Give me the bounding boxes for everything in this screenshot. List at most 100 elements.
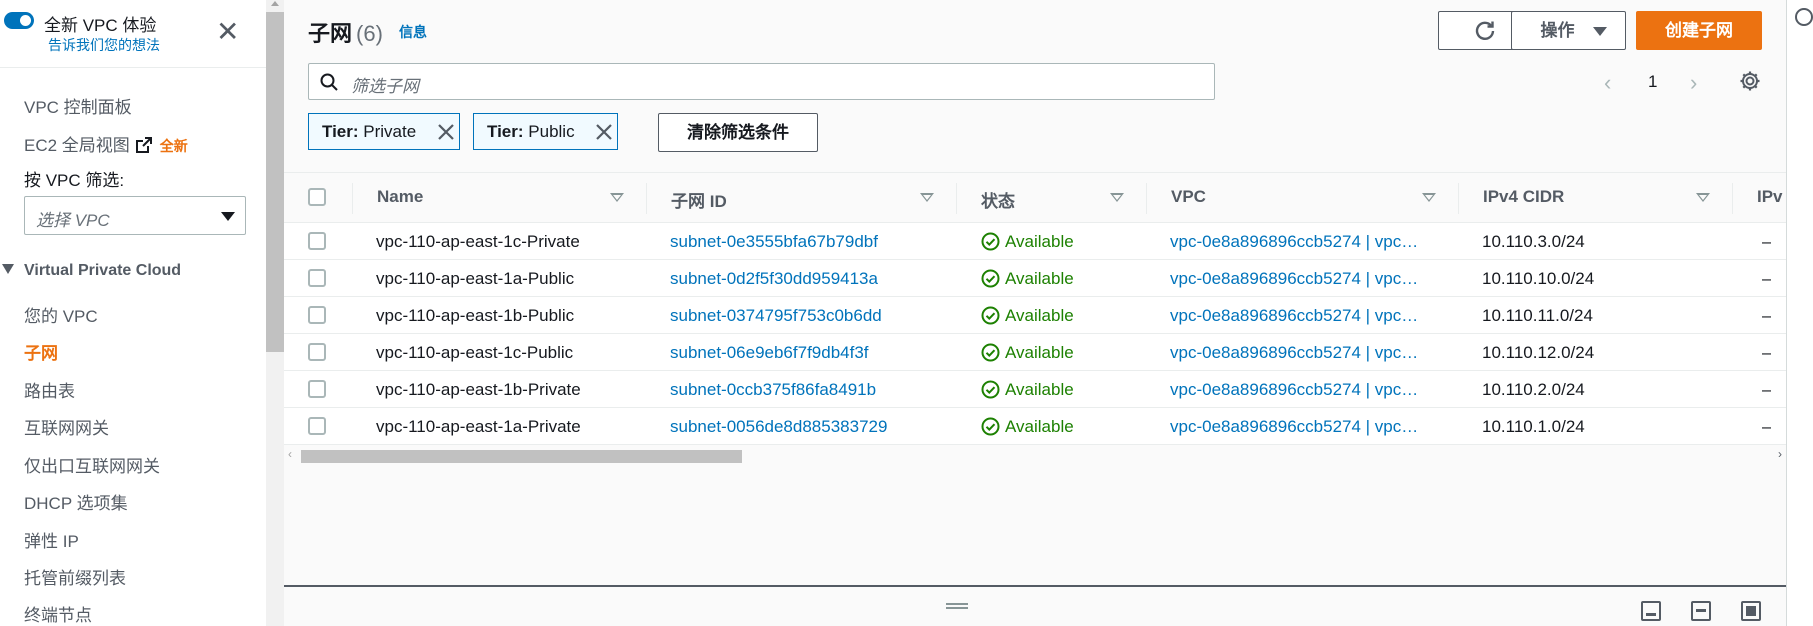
table-row[interactable]: vpc-110-ap-east-1a-Public subnet-0d2f5f3… xyxy=(284,260,1786,297)
gear-icon[interactable] xyxy=(1739,70,1761,92)
vpc-filter-select[interactable]: 选择 VPC xyxy=(24,196,246,235)
remove-filter-icon[interactable] xyxy=(437,123,455,141)
vpc-dashboard-link[interactable]: VPC 控制面板 xyxy=(24,93,132,118)
feedback-link[interactable]: 告诉我们您的想法 xyxy=(48,35,160,55)
cell-vpc-link[interactable]: vpc-0e8a896896ccb5274 | vpc… xyxy=(1170,343,1432,363)
cell-state: Available xyxy=(981,269,1074,289)
table-row[interactable]: vpc-110-ap-east-1c-Private subnet-0e3555… xyxy=(284,223,1786,260)
new-experience-toggle[interactable] xyxy=(4,12,34,29)
select-all-checkbox[interactable] xyxy=(308,188,326,206)
cell-vpc-link[interactable]: vpc-0e8a896896ccb5274 | vpc… xyxy=(1170,269,1432,289)
filter-token-tier-private: Tier: Private xyxy=(308,113,460,150)
sidebar-item-egress-only-igw[interactable]: 仅出口互联网网关 xyxy=(24,452,160,477)
vpc-section-header[interactable]: Virtual Private Cloud xyxy=(0,262,181,280)
cell-subnet-id-link[interactable]: subnet-06e9eb6f7f9db4f3f xyxy=(670,343,869,363)
info-link[interactable]: 信息 xyxy=(399,22,427,42)
cell-vpc-link[interactable]: vpc-0e8a896896ccb5274 | vpc… xyxy=(1170,306,1432,326)
check-circle-icon xyxy=(981,306,1000,325)
scroll-right-arrow-icon[interactable]: › xyxy=(1778,447,1782,461)
column-header-state[interactable]: 状态 xyxy=(981,187,1015,212)
cell-ipv6-cidr: – xyxy=(1762,380,1772,399)
cell-subnet-id-link[interactable]: subnet-0d2f5f30dd959413a xyxy=(670,269,878,289)
sort-icon[interactable] xyxy=(920,193,934,202)
column-divider[interactable] xyxy=(1146,183,1147,214)
sidebar-item-managed-prefix-lists[interactable]: 托管前缀列表 xyxy=(24,564,126,589)
search-placeholder: 筛选子网 xyxy=(351,77,419,96)
sidebar-item-your-vpcs[interactable]: 您的 VPC xyxy=(24,302,98,327)
table-row[interactable]: vpc-110-ap-east-1a-Private subnet-0056de… xyxy=(284,408,1786,445)
cell-subnet-id-link[interactable]: subnet-0374795f753c0b6dd xyxy=(670,306,882,326)
chevron-left-icon[interactable]: ‹ xyxy=(1604,70,1611,96)
split-panel-side-icon[interactable] xyxy=(1691,601,1711,621)
column-header-vpc[interactable]: VPC xyxy=(1171,187,1206,207)
split-panel-full-icon[interactable] xyxy=(1741,601,1761,621)
filter-token-value: Public xyxy=(528,122,575,141)
sort-icon[interactable] xyxy=(610,193,624,202)
table-row[interactable]: vpc-110-ap-east-1c-Public subnet-06e9eb6… xyxy=(284,334,1786,371)
cell-subnet-id-link[interactable]: subnet-0e3555bfa67b79dbf xyxy=(670,232,878,252)
table-row[interactable]: vpc-110-ap-east-1b-Private subnet-0ccb37… xyxy=(284,371,1786,408)
filter-subnets-input[interactable]: 筛选子网 xyxy=(308,63,1215,100)
actions-button[interactable]: 操作 xyxy=(1511,11,1626,50)
ec2-global-view-link[interactable]: EC2 全局视图 全新 xyxy=(24,131,188,156)
column-header-ipv6-cidr[interactable]: IPv xyxy=(1757,187,1786,207)
cell-name: vpc-110-ap-east-1c-Public xyxy=(376,343,574,362)
split-panel-bottom-icon[interactable] xyxy=(1641,601,1661,621)
vpc-section-title: Virtual Private Cloud xyxy=(24,262,182,279)
row-checkbox[interactable] xyxy=(308,380,326,398)
drag-handle-icon[interactable] xyxy=(946,603,968,609)
sidebar-item-endpoints[interactable]: 终端节点 xyxy=(24,601,92,626)
cell-vpc-link[interactable]: vpc-0e8a896896ccb5274 | vpc… xyxy=(1170,232,1432,252)
sidebar-item-route-tables[interactable]: 路由表 xyxy=(24,377,75,402)
sidebar-item-internet-gateways[interactable]: 互联网网关 xyxy=(24,414,109,439)
column-divider[interactable] xyxy=(1458,183,1459,214)
cell-state: Available xyxy=(981,232,1074,252)
column-divider[interactable] xyxy=(1732,183,1733,214)
cell-subnet-id-link[interactable]: subnet-0ccb375f86fa8491b xyxy=(670,380,876,400)
cell-name: vpc-110-ap-east-1a-Public xyxy=(376,269,575,288)
column-divider[interactable] xyxy=(956,183,957,214)
scroll-up-arrow-icon[interactable] xyxy=(271,1,279,6)
table-row[interactable]: vpc-110-ap-east-1b-Public subnet-0374795… xyxy=(284,297,1786,334)
scroll-left-arrow-icon[interactable]: ‹ xyxy=(288,447,292,461)
cell-vpc-link[interactable]: vpc-0e8a896896ccb5274 | vpc… xyxy=(1170,417,1432,437)
new-experience-title: 全新 VPC 体验 xyxy=(44,16,157,35)
table-horizontal-scrollbar[interactable]: ‹ › xyxy=(284,447,1786,465)
row-checkbox[interactable] xyxy=(308,269,326,287)
column-divider xyxy=(352,183,353,214)
column-header-subnet-id[interactable]: 子网 ID xyxy=(671,187,727,212)
remove-filter-icon[interactable] xyxy=(595,123,613,141)
row-checkbox[interactable] xyxy=(308,232,326,250)
cell-name: vpc-110-ap-east-1b-Public xyxy=(376,306,575,325)
vpc-select-placeholder: 选择 VPC xyxy=(36,211,110,230)
table-horizontal-scrollbar-thumb[interactable] xyxy=(301,450,742,463)
state-label: Available xyxy=(1005,417,1074,436)
current-page-number[interactable]: 1 xyxy=(1648,72,1657,92)
cell-ipv4-cidr: 10.110.2.0/24 xyxy=(1482,380,1585,399)
side-navigation: 全新 VPC 体验 告诉我们您的想法 ✕ VPC 控制面板 EC2 全局视图 全新… xyxy=(0,0,266,626)
cell-ipv4-cidr: 10.110.1.0/24 xyxy=(1482,417,1585,436)
sidebar-scrollbar-thumb[interactable] xyxy=(266,12,284,352)
cell-subnet-id-link[interactable]: subnet-0056de8d885383729 xyxy=(670,417,887,437)
sidebar-item-dhcp-option-sets[interactable]: DHCP 选项集 xyxy=(24,489,128,514)
sidebar-item-elastic-ips[interactable]: 弹性 IP xyxy=(24,527,79,552)
create-subnet-button[interactable]: 创建子网 xyxy=(1636,11,1762,50)
caret-down-icon xyxy=(221,212,235,221)
row-checkbox[interactable] xyxy=(308,343,326,361)
row-checkbox[interactable] xyxy=(308,417,326,435)
cell-vpc-link[interactable]: vpc-0e8a896896ccb5274 | vpc… xyxy=(1170,380,1432,400)
column-divider[interactable] xyxy=(646,183,647,214)
row-checkbox[interactable] xyxy=(308,306,326,324)
sort-icon[interactable] xyxy=(1110,193,1124,202)
info-panel-icon[interactable] xyxy=(1795,8,1813,26)
column-header-ipv4-cidr[interactable]: IPv4 CIDR xyxy=(1483,187,1564,207)
sort-icon[interactable] xyxy=(1696,193,1710,202)
sort-icon[interactable] xyxy=(1422,193,1436,202)
close-icon[interactable]: ✕ xyxy=(216,18,239,46)
check-circle-icon xyxy=(981,343,1000,362)
state-label: Available xyxy=(1005,269,1074,288)
column-header-name[interactable]: Name xyxy=(377,187,423,207)
chevron-right-icon[interactable]: › xyxy=(1690,70,1697,96)
sidebar-item-subnets[interactable]: 子网 xyxy=(24,339,58,364)
clear-filters-button[interactable]: 清除筛选条件 xyxy=(658,113,818,152)
